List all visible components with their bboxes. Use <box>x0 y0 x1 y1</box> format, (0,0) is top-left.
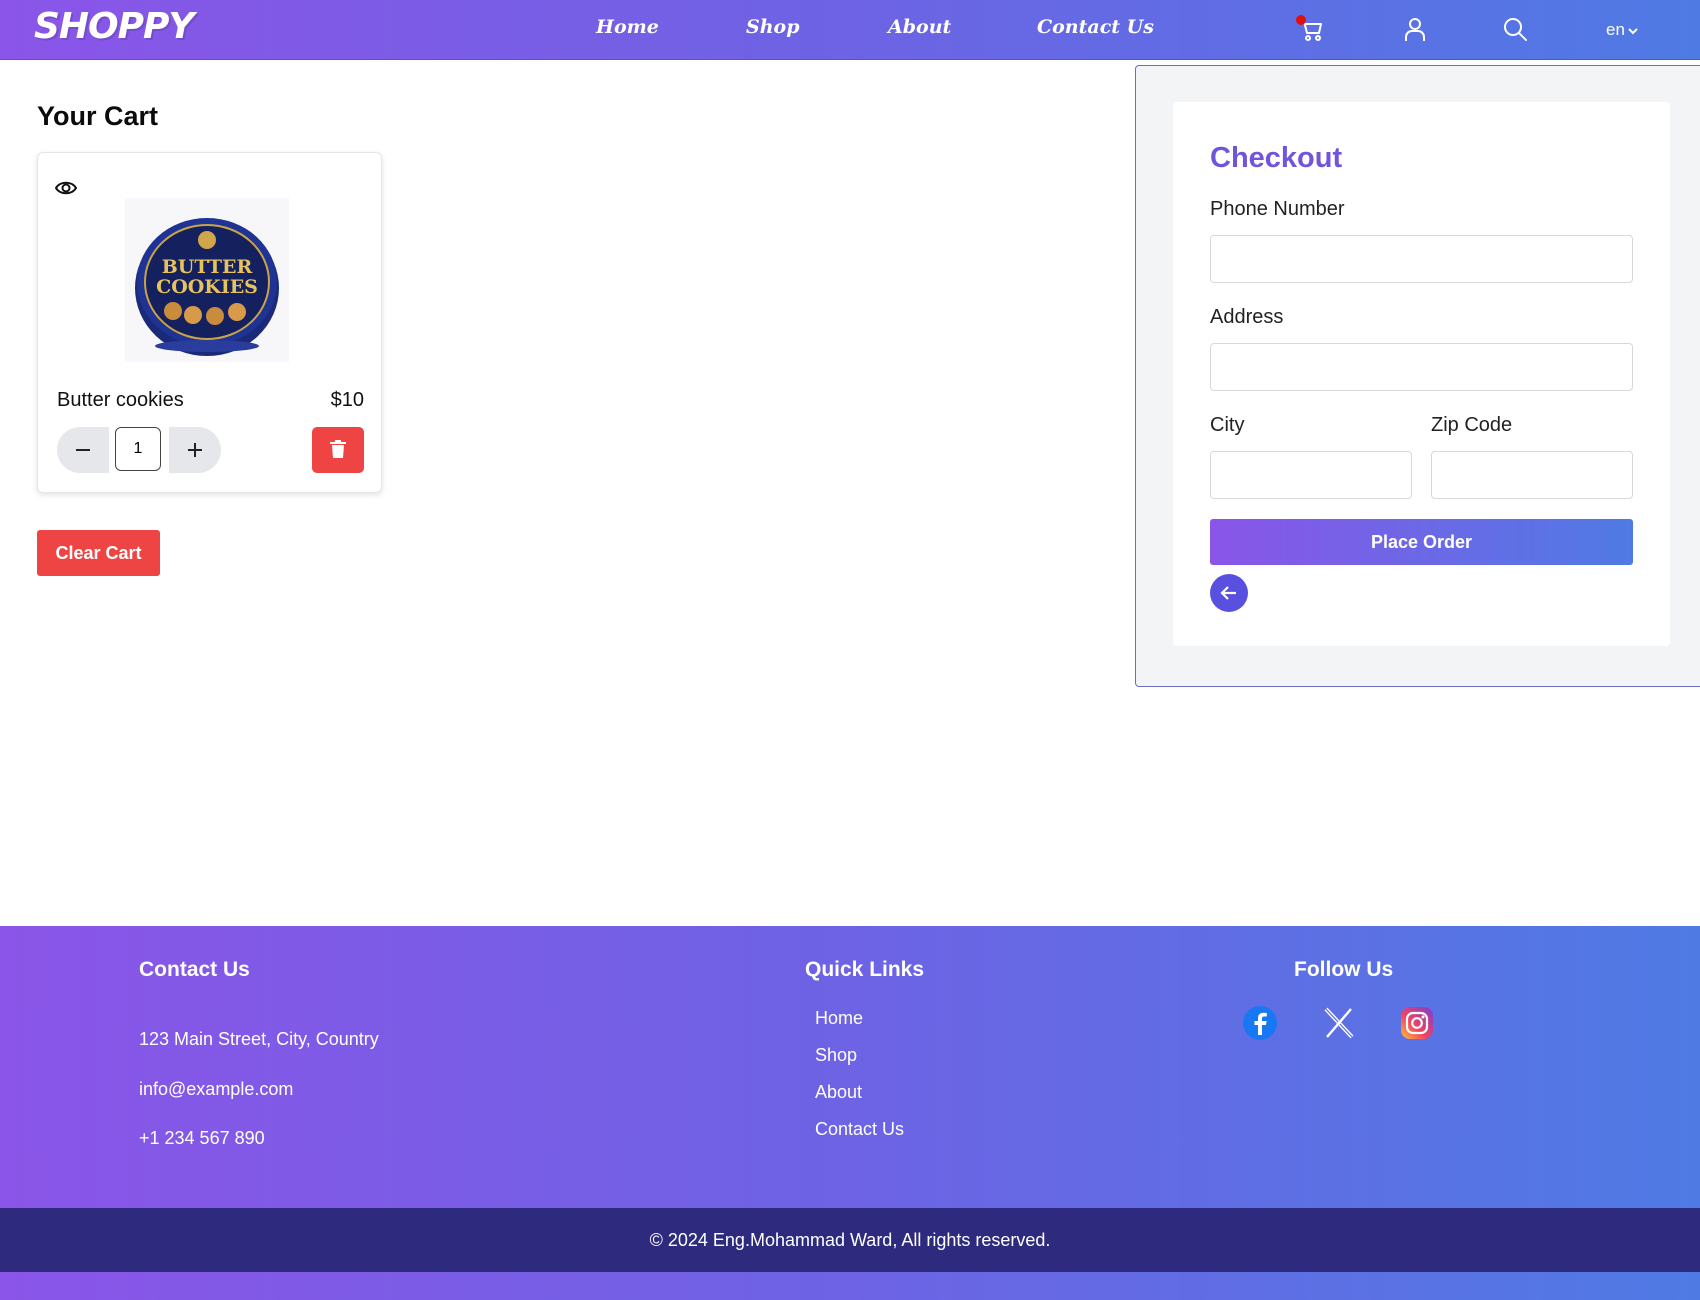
language-select[interactable]: en <box>1606 20 1639 40</box>
arrow-left-icon <box>1220 586 1236 600</box>
copyright-bar: © 2024 Eng.Mohammad Ward, All rights res… <box>0 1208 1700 1272</box>
zip-label: Zip Code <box>1431 414 1513 436</box>
footer-link-contact[interactable]: Contact Us <box>815 1119 904 1140</box>
address-label: Address <box>1210 306 1284 328</box>
navbar: SHOPPY Home Shop About Contact Us en <box>0 0 1700 60</box>
bottom-strip <box>0 1272 1700 1300</box>
zip-input[interactable] <box>1431 451 1633 499</box>
quantity-stepper <box>57 427 221 473</box>
language-value: en <box>1606 20 1625 39</box>
nav-link-contact[interactable]: Contact Us <box>1037 16 1154 38</box>
instagram-icon[interactable] <box>1398 1004 1436 1042</box>
checkout-title: Checkout <box>1210 142 1343 174</box>
eye-icon[interactable] <box>54 177 78 204</box>
footer: Contact Us 123 Main Street, City, Countr… <box>0 926 1700 1208</box>
footer-links-heading: Quick Links <box>805 958 925 981</box>
footer-phone: +1 234 567 890 <box>139 1128 265 1148</box>
back-button[interactable] <box>1210 574 1248 612</box>
svg-text:BUTTER: BUTTER <box>162 256 253 278</box>
plus-icon <box>188 443 202 457</box>
checkout-form: Checkout Phone Number Address City Zip C… <box>1173 102 1670 646</box>
decrease-quantity-button[interactable] <box>57 427 109 473</box>
footer-email: info@example.com <box>139 1079 294 1099</box>
quantity-input[interactable] <box>115 427 161 471</box>
address-input[interactable] <box>1210 343 1633 391</box>
chevron-down-icon <box>1628 27 1638 34</box>
delete-item-button[interactable] <box>312 427 364 473</box>
cart-title: Your Cart <box>37 101 159 131</box>
city-input[interactable] <box>1210 451 1412 499</box>
footer-contact-heading: Contact Us <box>139 958 250 981</box>
footer-link-shop[interactable]: Shop <box>815 1045 857 1066</box>
cart-badge <box>1296 15 1306 25</box>
facebook-icon[interactable] <box>1241 1004 1279 1042</box>
copyright-text: © 2024 Eng.Mohammad Ward, All rights res… <box>649 1230 1051 1250</box>
trash-icon <box>330 439 346 458</box>
footer-follow-heading: Follow Us <box>1294 958 1394 981</box>
phone-input[interactable] <box>1210 235 1633 283</box>
clear-cart-button[interactable]: Clear Cart <box>37 530 160 576</box>
user-icon[interactable] <box>1400 14 1430 44</box>
search-icon[interactable] <box>1500 14 1530 44</box>
nav-link-shop[interactable]: Shop <box>746 16 800 38</box>
footer-address: 123 Main Street, City, Country <box>139 1029 379 1049</box>
product-name: Butter cookies <box>57 389 184 411</box>
place-order-button[interactable]: Place Order <box>1210 519 1633 565</box>
city-label: City <box>1210 414 1245 436</box>
nav-link-about[interactable]: About <box>888 16 951 38</box>
phone-label: Phone Number <box>1210 198 1345 220</box>
checkout-panel: Checkout Phone Number Address City Zip C… <box>1135 65 1700 687</box>
cart-icon[interactable] <box>1296 14 1326 44</box>
cart-item-card: BUTTER COOKIES Butter cookies $10 <box>37 152 382 493</box>
product-price: $10 <box>330 389 364 411</box>
svg-text:COOKIES: COOKIES <box>156 276 258 298</box>
product-image: BUTTER COOKIES <box>125 198 289 362</box>
footer-link-home[interactable]: Home <box>815 1008 863 1029</box>
x-twitter-icon[interactable] <box>1320 1004 1358 1042</box>
increase-quantity-button[interactable] <box>169 427 221 473</box>
footer-link-about[interactable]: About <box>815 1082 862 1103</box>
logo[interactable]: SHOPPY <box>34 6 194 47</box>
minus-icon <box>76 449 90 451</box>
nav-link-home[interactable]: Home <box>596 16 659 38</box>
